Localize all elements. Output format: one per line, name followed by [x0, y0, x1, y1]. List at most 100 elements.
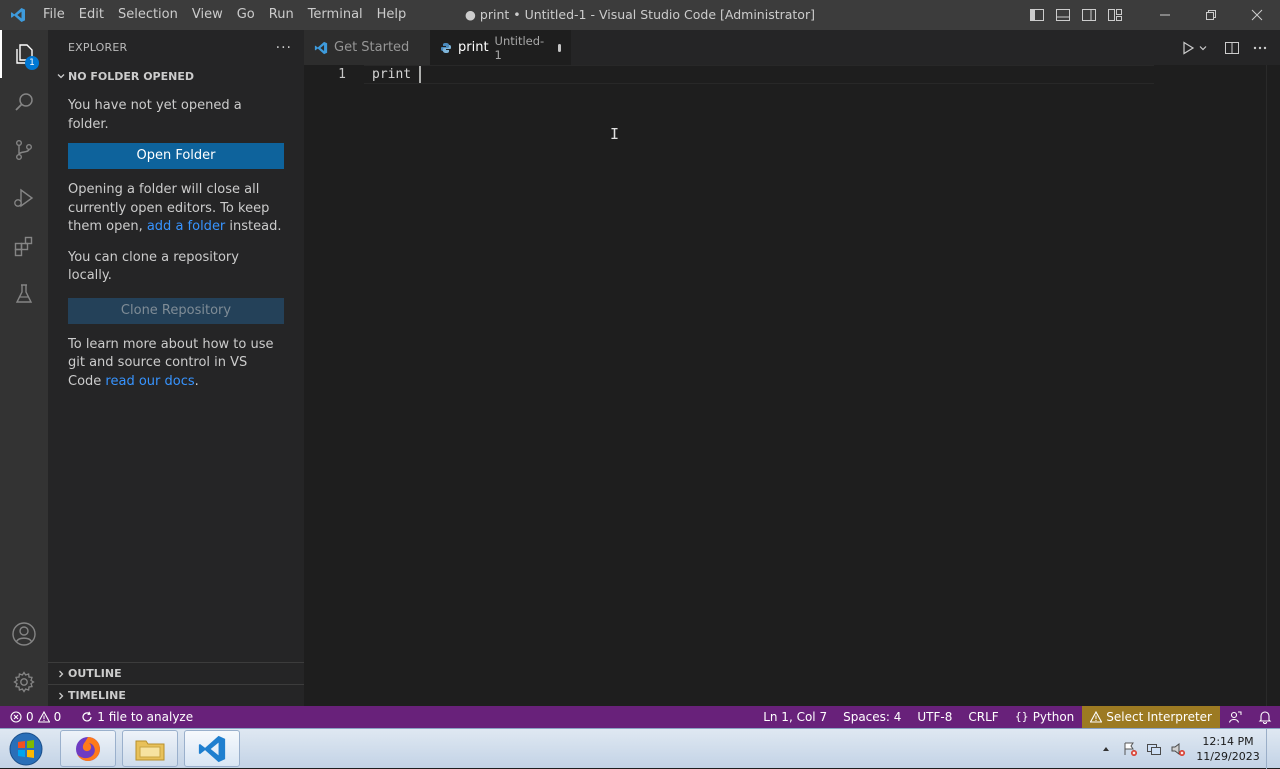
accounts-icon[interactable] [0, 610, 48, 658]
volume-muted-icon[interactable] [1166, 741, 1190, 757]
start-button-icon[interactable] [6, 731, 46, 767]
split-editor-icon[interactable] [1224, 40, 1240, 56]
system-tray: 12:14 PM 11/29/2023 [1094, 729, 1280, 769]
end-of-line[interactable]: CRLF [960, 706, 1006, 728]
chevron-right-icon [54, 669, 68, 679]
menu-go[interactable]: Go [230, 0, 262, 30]
show-hidden-icons-icon[interactable] [1094, 744, 1118, 754]
code-editor[interactable]: 1 print I [304, 65, 1280, 706]
firefox-taskbar-icon[interactable] [60, 730, 116, 767]
menu-file[interactable]: File [36, 0, 72, 30]
notifications-bell-icon[interactable] [1250, 706, 1280, 728]
learn-text-end: . [194, 373, 199, 389]
section-title: NO FOLDER OPENED [68, 69, 194, 83]
warning-count: 0 [53, 710, 62, 724]
menu-help[interactable]: Help [370, 0, 414, 30]
interpreter-label: Select Interpreter [1106, 710, 1212, 724]
tab-description: Untitled-1 [494, 33, 545, 62]
cursor-position[interactable]: Ln 1, Col 7 [755, 706, 835, 728]
toggle-secondary-sidebar-icon[interactable] [1076, 0, 1102, 30]
run-debug-icon[interactable] [0, 174, 48, 222]
clone-repository-button[interactable]: Clone Repository [68, 297, 284, 324]
encoding[interactable]: UTF-8 [909, 706, 960, 728]
run-dropdown-chevron-icon[interactable] [1198, 43, 1208, 53]
indentation[interactable]: Spaces: 4 [835, 706, 909, 728]
restore-icon[interactable] [1188, 0, 1234, 30]
open-folder-button[interactable]: Open Folder [68, 143, 284, 169]
customize-layout-icon[interactable] [1102, 0, 1128, 30]
error-count: 0 [26, 710, 34, 724]
search-icon[interactable] [0, 78, 48, 126]
mouse-ibeam-cursor-icon: I [610, 125, 620, 143]
testing-icon[interactable] [0, 270, 48, 318]
braces-icon: {} [1014, 710, 1029, 723]
extensions-icon[interactable] [0, 222, 48, 270]
line-number: 1 [338, 67, 346, 82]
read-docs-link[interactable]: read our docs [105, 374, 194, 389]
chevron-down-icon [54, 71, 68, 81]
settings-gear-icon[interactable] [0, 658, 48, 706]
tab-get-started[interactable]: Get Started [304, 30, 430, 65]
run-python-file-icon[interactable] [1180, 40, 1196, 56]
clone-message: You can clone a repository locally. [68, 249, 239, 284]
current-line-highlight [364, 65, 1154, 84]
feedback-icon[interactable] [1220, 706, 1250, 728]
code-text: print [372, 67, 419, 82]
problems-status[interactable]: 0 0 [0, 706, 69, 728]
more-actions-icon[interactable]: ··· [276, 40, 292, 56]
close-window-icon[interactable] [1234, 0, 1280, 30]
source-control-icon[interactable] [0, 126, 48, 174]
network-icon[interactable] [1142, 741, 1166, 757]
language-label: Python [1032, 710, 1075, 724]
tab-label: print [458, 40, 489, 55]
code-line[interactable]: print [372, 65, 421, 84]
show-desktop-button[interactable] [1266, 729, 1280, 769]
windows-taskbar: 12:14 PM 11/29/2023 [0, 728, 1280, 769]
text-cursor [418, 66, 421, 83]
outline-section-header[interactable]: OUTLINE [48, 662, 304, 684]
vscode-logo-icon [314, 41, 328, 55]
explorer-sidebar: EXPLORER ··· NO FOLDER OPENED You have n… [48, 30, 304, 706]
sidebar-title: EXPLORER [68, 41, 128, 54]
vscode-taskbar-icon[interactable] [184, 730, 240, 767]
sync-icon [81, 711, 93, 723]
timeline-section-header[interactable]: TIMELINE [48, 684, 304, 706]
chevron-right-icon [54, 691, 68, 701]
action-center-flag-icon[interactable] [1118, 741, 1142, 757]
analysis-text: 1 file to analyze [97, 710, 194, 724]
menu-terminal[interactable]: Terminal [301, 0, 370, 30]
explorer-badge: 1 [25, 56, 39, 70]
warning-icon [37, 711, 50, 723]
explorer-icon[interactable]: 1 [0, 30, 48, 78]
activity-bar: 1 [0, 30, 48, 706]
more-actions-icon[interactable] [1252, 40, 1268, 56]
python-file-icon [440, 42, 452, 54]
active-indicator [0, 30, 2, 78]
warning-text-end: instead. [225, 219, 282, 234]
menu-selection[interactable]: Selection [111, 0, 185, 30]
clock-time: 12:14 PM [1202, 735, 1254, 748]
menu-edit[interactable]: Edit [72, 0, 111, 30]
vscode-logo-icon [0, 0, 36, 30]
title-bar: File Edit Selection View Go Run Terminal… [0, 0, 1280, 30]
language-mode[interactable]: {} Python [1007, 706, 1083, 728]
menu-view[interactable]: View [185, 0, 230, 30]
add-folder-link[interactable]: add a folder [147, 219, 225, 234]
analysis-status[interactable]: 1 file to analyze [73, 706, 201, 728]
scrollbar-track[interactable] [1266, 65, 1280, 706]
status-bar: 0 0 1 file to analyze Ln 1, Col 7 Spaces… [0, 706, 1280, 728]
tab-print-untitled-1[interactable]: print Untitled-1 [430, 30, 571, 65]
tab-label: Get Started [334, 40, 410, 55]
unsaved-dot-icon[interactable] [558, 43, 561, 52]
learn-more-text: To learn more about how to use git and s… [68, 336, 284, 392]
minimize-icon[interactable] [1142, 0, 1188, 30]
open-folder-warning: Opening a folder will close all currentl… [68, 181, 284, 237]
toggle-primary-sidebar-icon[interactable] [1024, 0, 1050, 30]
warning-icon [1090, 711, 1103, 723]
toggle-panel-icon[interactable] [1050, 0, 1076, 30]
select-interpreter-button[interactable]: Select Interpreter [1082, 706, 1220, 728]
taskbar-clock[interactable]: 12:14 PM 11/29/2023 [1190, 734, 1266, 764]
menu-run[interactable]: Run [262, 0, 301, 30]
file-explorer-taskbar-icon[interactable] [122, 730, 178, 767]
no-folder-section-header[interactable]: NO FOLDER OPENED [48, 65, 304, 87]
